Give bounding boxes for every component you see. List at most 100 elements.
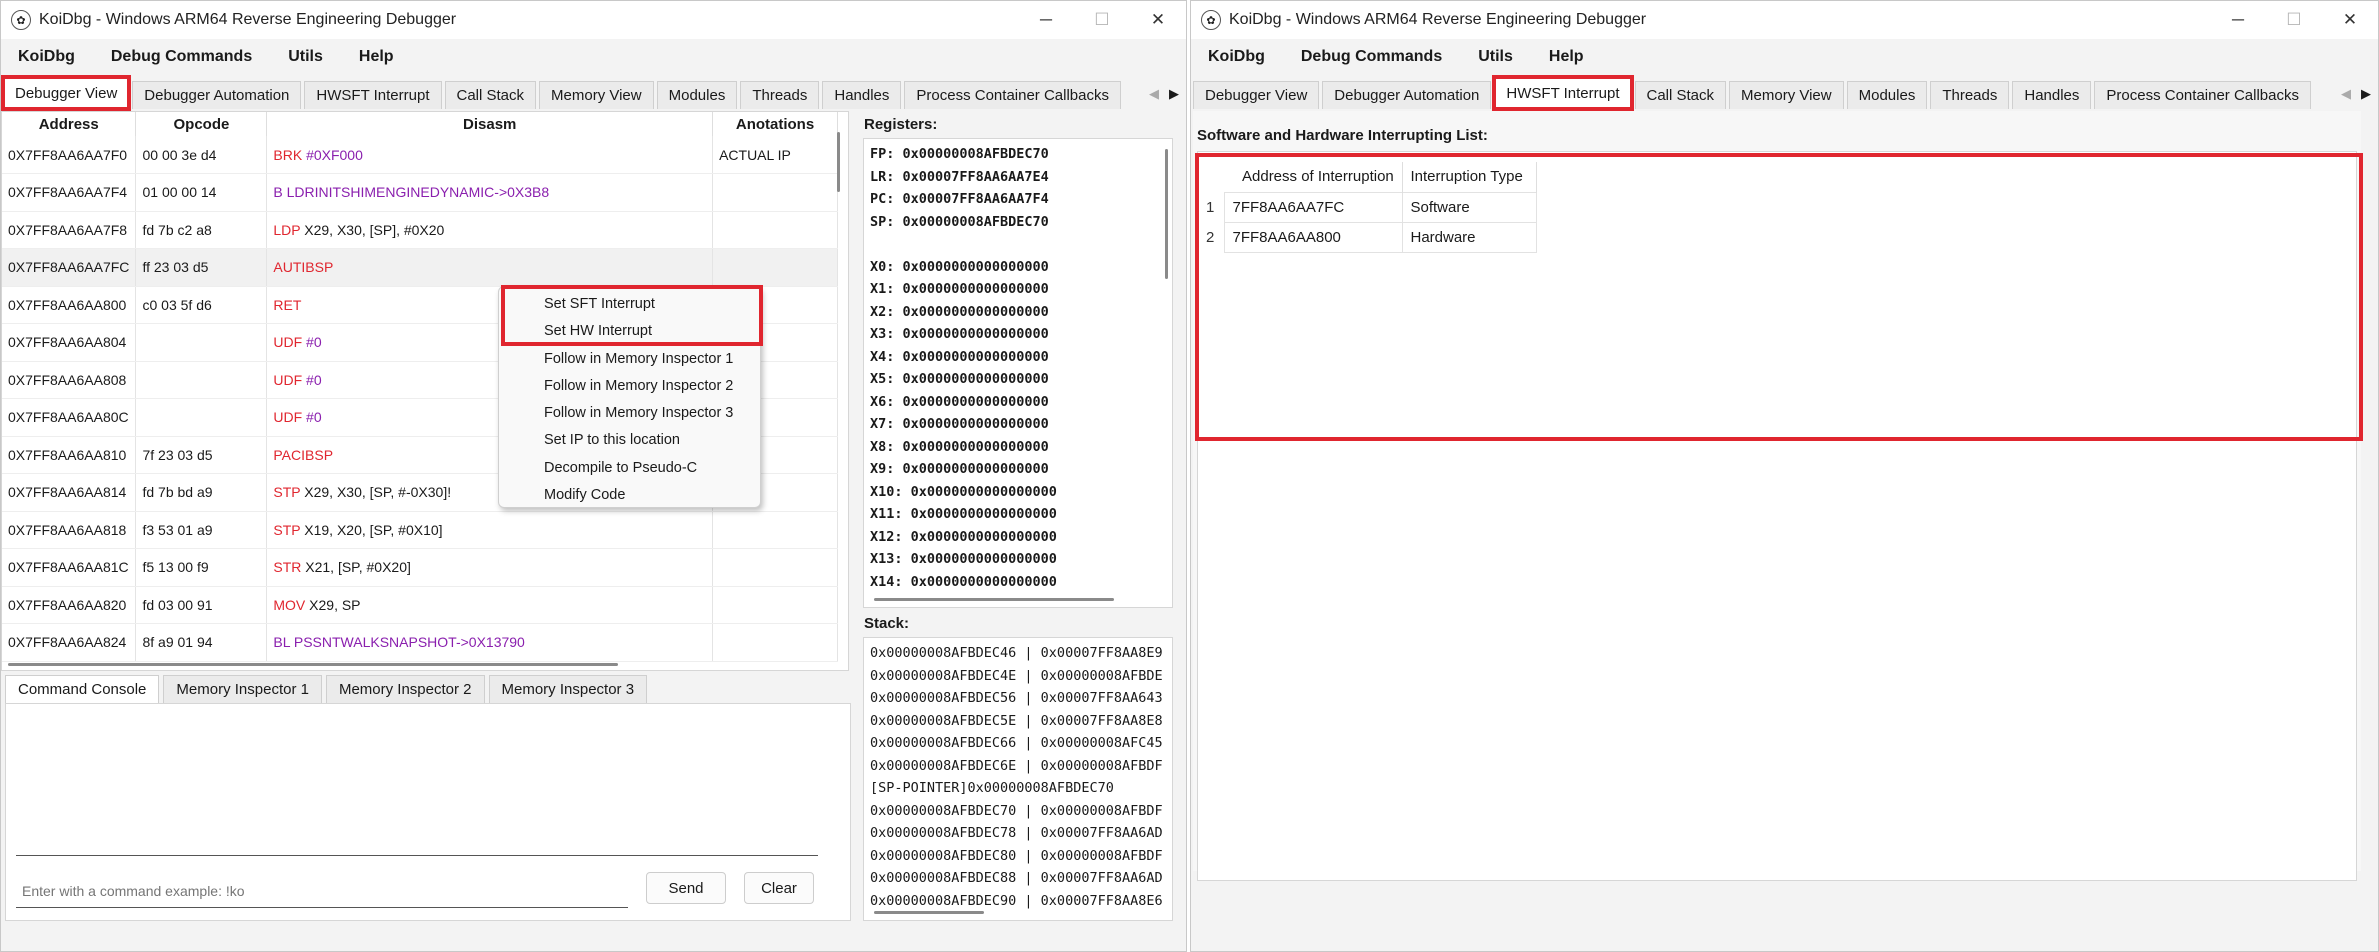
register-line[interactable]: FP: 0x00000008AFBDEC70 [870,143,1172,166]
tab-threads[interactable]: Threads [1930,81,2010,109]
tab-debugger-automation[interactable]: Debugger Automation [132,81,302,109]
register-line[interactable]: X4: 0x0000000000000000 [870,346,1172,369]
menu-utils[interactable]: Utils [1467,48,1524,66]
tab-debugger-automation[interactable]: Debugger Automation [1322,81,1492,109]
menu-item-decompile[interactable]: Decompile to Pseudo-C [499,455,760,482]
tab-handles[interactable]: Handles [2012,81,2092,109]
tab-handles[interactable]: Handles [822,81,902,109]
register-line[interactable]: X0: 0x0000000000000000 [870,256,1172,279]
stack-line[interactable]: 0x00000008AFBDEC88 | 0x00007FF8AA6AD [870,867,1172,890]
disasm-h-scrollbar[interactable] [8,663,618,666]
disasm-row[interactable]: 0X7FF8AA6AA7F4 01 00 00 14 B LDRINITSHIMEN… [2,173,838,212]
stack-line[interactable]: 0x00000008AFBDEC46 | 0x00007FF8AA8E9 [870,642,1172,665]
close-icon[interactable]: ✕ [2322,1,2378,39]
register-line[interactable]: X3: 0x0000000000000000 [870,323,1172,346]
disasm-row[interactable]: 0X7FF8AA6AA7F0 00 00 3e d4 BRK #0XF000 ACTU… [2,136,838,174]
register-line[interactable]: SP: 0x00000008AFBDEC70 [870,211,1172,234]
register-line[interactable]: X11: 0x0000000000000000 [870,503,1172,526]
disasm-row[interactable]: 0X7FF8AA6AA818 f3 53 01 a9 STP X19, X20, [… [2,511,838,549]
stack-line[interactable]: 0x00000008AFBDEC66 | 0x00000008AFC45 [870,732,1172,755]
tab-scroll-left-icon[interactable]: ◀ [2336,81,2356,107]
registers-v-scrollbar[interactable] [1165,149,1168,279]
minimize-icon[interactable]: ─ [1018,1,1074,39]
command-input[interactable] [16,874,628,908]
tab-threads[interactable]: Threads [740,81,820,109]
col-annotations[interactable]: Anotations [712,112,838,136]
tab-call-stack[interactable]: Call Stack [1634,81,1727,109]
stack-h-scrollbar[interactable] [874,911,984,914]
register-line[interactable]: X7: 0x0000000000000000 [870,413,1172,436]
stack-line[interactable]: 0x00000008AFBDEC78 | 0x00007FF8AA6AD [870,822,1172,845]
tab-hwsft-interrupt[interactable]: HWSFT Interrupt [304,81,442,109]
register-line[interactable]: X5: 0x0000000000000000 [870,368,1172,391]
menu-item-follow-mem-inspector-1[interactable]: Follow in Memory Inspector 1 [499,346,760,373]
tab-command-console[interactable]: Command Console [5,675,160,703]
tab-memory-view[interactable]: Memory View [539,81,654,109]
stack-line[interactable]: 0x00000008AFBDEC70 | 0x00000008AFBDF [870,800,1172,823]
register-line[interactable] [870,233,1172,256]
stack-line[interactable]: 0x00000008AFBDEC80 | 0x00000008AFBDF [870,845,1172,868]
col-opcode[interactable]: Opcode [135,112,268,136]
register-line[interactable]: X8: 0x0000000000000000 [870,436,1172,459]
register-line[interactable]: X10: 0x0000000000000000 [870,481,1172,504]
disasm-row[interactable]: 0X7FF8AA6AA820 fd 03 00 91 MOV X29, SP [2,586,838,624]
close-icon[interactable]: ✕ [1130,1,1186,39]
disasm-row[interactable]: 0X7FF8AA6AA824 8f a9 01 94 BL PSSNTWALKSNA… [2,623,838,662]
menu-debug-commands[interactable]: Debug Commands [1290,48,1453,66]
tab-debugger-view[interactable]: Debugger View [1,75,132,111]
stack-line[interactable]: 0x00000008AFBDEC4E | 0x00000008AFBDE [870,665,1172,688]
menu-utils[interactable]: Utils [277,48,334,66]
menu-item-modify-code[interactable]: Modify Code [499,482,760,509]
tab-memory-view[interactable]: Memory View [1729,81,1844,109]
register-line[interactable]: X2: 0x0000000000000000 [870,301,1172,324]
maximize-icon[interactable]: ☐ [1074,1,1130,39]
register-line[interactable]: X12: 0x0000000000000000 [870,526,1172,549]
minimize-icon[interactable]: ─ [2210,1,2266,39]
disasm-row[interactable]: 0X7FF8AA6AA7FC ff 23 03 d5 AUTIBSP [2,248,838,287]
tab-memory-inspector-1[interactable]: Memory Inspector 1 [163,675,322,703]
col-address[interactable]: Address [2,112,137,136]
menu-debug-commands[interactable]: Debug Commands [100,48,263,66]
register-line[interactable]: PC: 0x00007FF8AA6AA7F4 [870,188,1172,211]
stack-line[interactable]: 0x00000008AFBDEC90 | 0x00007FF8AA8E6 [870,890,1172,913]
menu-item-set-ip[interactable]: Set IP to this location [499,427,760,454]
row-annotation [712,248,838,287]
register-line[interactable]: X6: 0x0000000000000000 [870,391,1172,414]
tab-hwsft-interrupt[interactable]: HWSFT Interrupt [1492,75,1634,111]
register-line[interactable]: X14: 0x0000000000000000 [870,571,1172,594]
stack-line[interactable]: [SP-POINTER]0x00000008AFBDEC70 [870,777,1172,800]
tab-process-container-callbacks[interactable]: Process Container Callbacks [2094,81,2311,109]
registers-h-scrollbar[interactable] [874,598,1114,601]
menu-koidbg[interactable]: KoiDbg [7,48,86,66]
menu-koidbg[interactable]: KoiDbg [1197,48,1276,66]
disasm-row[interactable]: 0X7FF8AA6AA7F8 fd 7b c2 a8 LDP X29, X30, [… [2,211,838,249]
menu-item-follow-mem-inspector-2[interactable]: Follow in Memory Inspector 2 [499,373,760,400]
maximize-icon[interactable]: ☐ [2266,1,2322,39]
tab-scroll-right-icon[interactable]: ▶ [1164,81,1184,107]
register-line[interactable]: LR: 0x00007FF8AA6AA7E4 [870,166,1172,189]
clear-button[interactable]: Clear [744,872,814,904]
tab-memory-inspector-2[interactable]: Memory Inspector 2 [325,675,485,703]
register-line[interactable]: X9: 0x0000000000000000 [870,458,1172,481]
tab-process-container-callbacks[interactable]: Process Container Callbacks [904,81,1121,109]
tab-scroll-right-icon[interactable]: ▶ [2356,81,2376,107]
col-disasm[interactable]: Disasm [266,112,714,136]
tab-call-stack[interactable]: Call Stack [444,81,537,109]
register-line[interactable]: X13: 0x0000000000000000 [870,548,1172,571]
tab-modules[interactable]: Modules [1846,81,1928,109]
disasm-row[interactable]: 0X7FF8AA6AA81C f5 13 00 f9 STR X21, [SP, #… [2,548,838,587]
menu-help[interactable]: Help [348,48,405,66]
stack-line[interactable]: 0x00000008AFBDEC5E | 0x00007FF8AA8E8 [870,710,1172,733]
tab-modules[interactable]: Modules [656,81,738,109]
register-line[interactable]: X1: 0x0000000000000000 [870,278,1172,301]
console-output[interactable] [16,720,818,856]
tab-memory-inspector-3[interactable]: Memory Inspector 3 [488,675,648,703]
menu-help[interactable]: Help [1538,48,1595,66]
tab-scroll-left-icon[interactable]: ◀ [1144,81,1164,107]
menu-item-follow-mem-inspector-3[interactable]: Follow in Memory Inspector 3 [499,400,760,427]
disasm-v-scrollbar[interactable] [837,132,840,192]
tab-debugger-view[interactable]: Debugger View [1193,81,1320,109]
stack-line[interactable]: 0x00000008AFBDEC56 | 0x00007FF8AA643 [870,687,1172,710]
send-button[interactable]: Send [646,872,726,904]
stack-line[interactable]: 0x00000008AFBDEC6E | 0x00000008AFBDF [870,755,1172,778]
